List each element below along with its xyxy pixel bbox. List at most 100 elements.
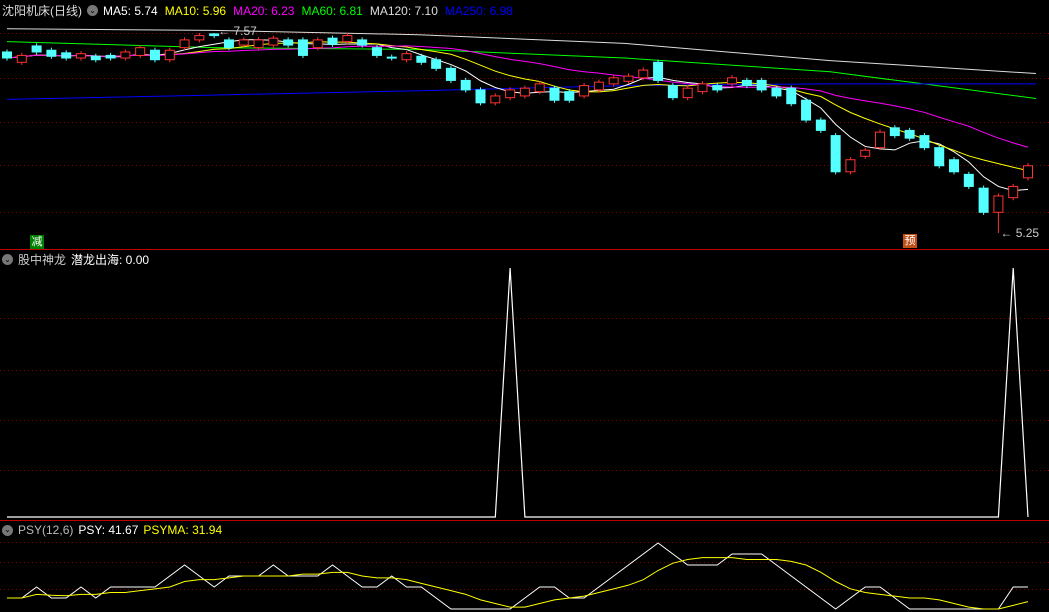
- ma-label: MA20: 6.23: [233, 3, 295, 18]
- candle-down: [919, 135, 930, 149]
- candle-up: [593, 81, 604, 91]
- candle-down: [549, 87, 560, 101]
- ma-label: MA250: 6.98: [444, 3, 513, 18]
- candle-up: [238, 39, 249, 46]
- candle-up: [638, 69, 649, 79]
- candle-up: [135, 47, 146, 56]
- psy-name: PSY(12,6): [18, 523, 74, 537]
- candle-down: [904, 129, 915, 139]
- indicator-name: 股中神龙: [18, 253, 67, 267]
- candle-down: [475, 89, 486, 104]
- candle-up: [164, 49, 175, 61]
- candle-down: [416, 55, 427, 63]
- candle-up: [519, 87, 530, 97]
- candle-up: [401, 53, 412, 61]
- candle-up: [845, 159, 856, 173]
- candle-down: [815, 119, 826, 131]
- candle-up: [194, 35, 205, 41]
- candle-down: [90, 55, 101, 61]
- psyma-value: PSYMA: 31.94: [143, 523, 223, 537]
- candle-down: [327, 37, 338, 45]
- candle-down: [889, 127, 900, 137]
- candle-down: [741, 79, 752, 87]
- candle-down: [801, 99, 812, 121]
- price-header: 沈阳机床(日线) ⌄ MA5: 5.74 MA10: 5.96 MA20: 6.23…: [2, 2, 513, 19]
- psy-value: PSY: 41.67: [78, 523, 139, 537]
- chevron-down-icon[interactable]: ⌄: [87, 5, 98, 16]
- candle-down: [445, 67, 456, 81]
- candle-down: [297, 39, 308, 56]
- candle-down: [786, 87, 797, 105]
- candle-up: [993, 195, 1004, 213]
- candle-down: [712, 85, 723, 91]
- signal-tag-forecast: 预: [903, 234, 917, 248]
- candle-up: [312, 39, 323, 49]
- candle-up: [16, 54, 27, 63]
- candle-up: [534, 83, 545, 93]
- candle-up: [490, 95, 501, 104]
- candle-down: [564, 91, 575, 101]
- candle-up: [268, 37, 279, 46]
- low-price-label: ← 5.25: [1000, 226, 1039, 240]
- ma-label: MA5: 5.74: [103, 3, 158, 18]
- chevron-down-icon[interactable]: ⌄: [2, 254, 13, 265]
- candle-down: [357, 39, 368, 46]
- candle-down: [667, 85, 678, 99]
- candle-down: [934, 147, 945, 167]
- candle-down: [223, 39, 234, 49]
- candle-down: [756, 79, 767, 91]
- stock-title: 沈阳机床(日线): [2, 4, 82, 18]
- candle-down: [386, 56, 397, 59]
- candle-up: [179, 39, 190, 49]
- candle-down: [949, 159, 960, 173]
- low-price-value: ← 5.25: [1000, 226, 1040, 240]
- candle-up: [120, 51, 131, 59]
- candle-up: [342, 35, 353, 43]
- ma-line-ma120: [6, 28, 1037, 75]
- candle-down: [978, 187, 989, 213]
- candle-up: [875, 131, 886, 149]
- candle-up: [1008, 185, 1019, 199]
- candle-up: [727, 77, 738, 85]
- ma-label: MA60: 6.81: [301, 3, 363, 18]
- candle-down: [431, 59, 442, 69]
- candle-down: [830, 135, 841, 173]
- candle-down: [46, 49, 57, 57]
- indicator-value: 潜龙出海: 0.00: [71, 253, 150, 267]
- ma10-line: [6, 41, 1029, 172]
- candle-down: [105, 54, 116, 59]
- chevron-down-icon[interactable]: ⌄: [2, 524, 13, 536]
- high-price-value: ← 7.57: [218, 24, 257, 38]
- indicator-header: ⌄ 股中神龙 潜龙出海: 0.00: [2, 251, 149, 268]
- candle-down: [61, 52, 72, 59]
- ma-label: MA10: 5.96: [164, 3, 227, 18]
- candle-down: [149, 49, 160, 61]
- candle-down: [653, 61, 664, 81]
- chart-canvas: [0, 28, 1049, 610]
- candle-down: [31, 45, 42, 53]
- candle-up: [1023, 165, 1033, 179]
- candle-up: [697, 83, 708, 93]
- high-price-label: ← 7.57: [218, 24, 257, 38]
- psy-line: [7, 542, 1028, 610]
- candle-up: [579, 85, 590, 97]
- candle-down: [2, 51, 12, 59]
- psy-header: ⌄ PSY(12,6) PSY: 41.67 PSYMA: 31.94: [2, 523, 222, 537]
- candle-down: [771, 87, 782, 97]
- candle-up: [505, 89, 516, 99]
- candle-up: [253, 39, 264, 49]
- candle-down: [460, 79, 471, 91]
- candle-up: [860, 149, 871, 157]
- signal-tag-reduce: 减: [30, 235, 44, 249]
- ma-legend: MA5: 5.74 MA10: 5.96 MA20: 6.23 MA60: 6.81 M…: [103, 4, 513, 18]
- ma-label: MA120: 7.10: [369, 3, 438, 18]
- indicator-line: [7, 267, 1029, 518]
- candle-down: [371, 47, 382, 56]
- ma5-line: [6, 39, 1029, 192]
- candle-down: [283, 39, 294, 46]
- candle-up: [623, 75, 634, 82]
- candle-up: [75, 53, 86, 59]
- candle-up: [608, 77, 619, 85]
- candle-down: [963, 173, 974, 187]
- candle-up: [682, 87, 693, 99]
